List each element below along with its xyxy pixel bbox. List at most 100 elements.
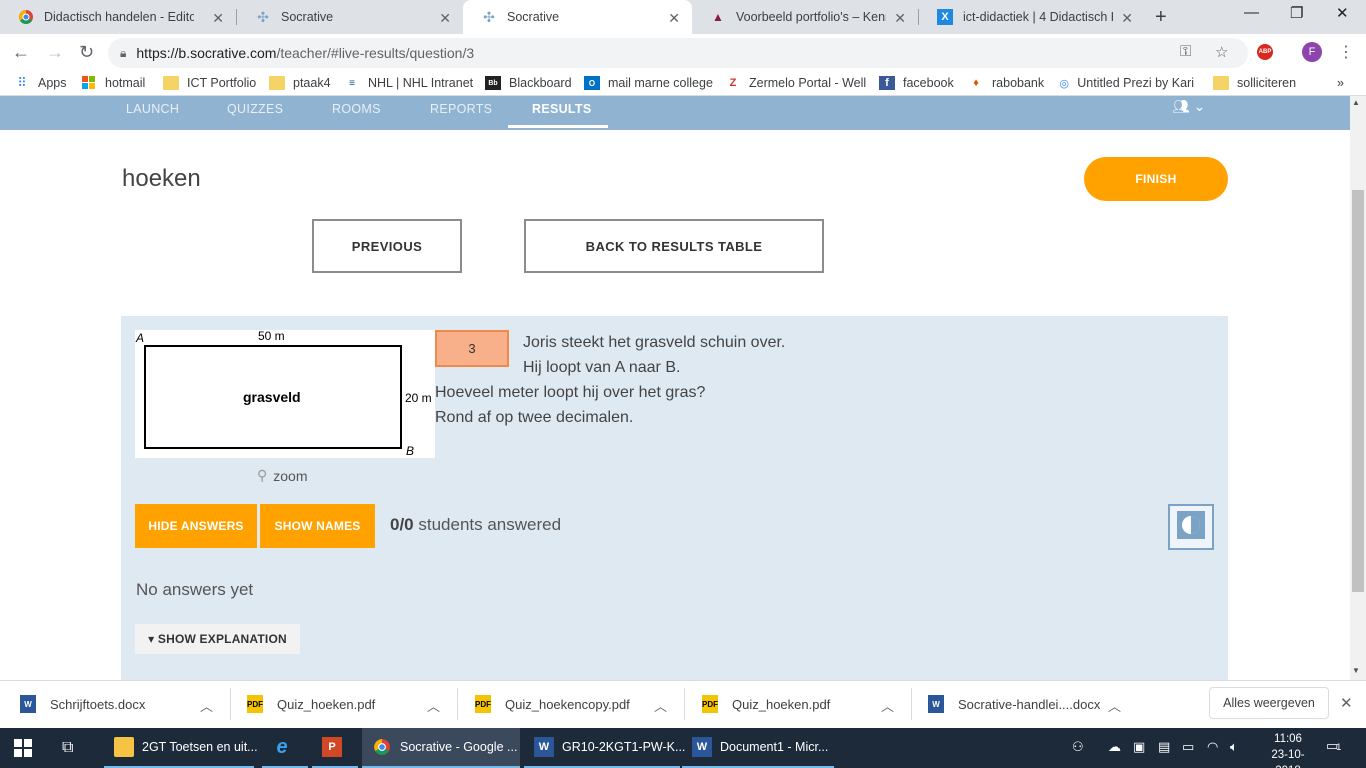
contrast-toggle-button[interactable] [1168,504,1214,550]
bookmark-rabobank[interactable]: ♦ rabobank [968,76,1044,90]
address-bar[interactable]: 🔒︎ https://b.socrative.com/teacher/#live… [108,38,1248,68]
bookmark-apps[interactable]: ⠿ Apps [14,75,66,90]
menu-dots-icon[interactable]: ⋮ [1338,42,1354,62]
bookmark-solliciteren[interactable]: solliciteren [1213,76,1296,90]
taskbar-app-powerpoint[interactable]: P [312,728,358,768]
show-explanation-button[interactable]: ▾ SHOW EXPLANATION [135,624,300,654]
nav-active-indicator [508,125,608,128]
notification-count: 1 [1336,742,1342,752]
forward-arrow-icon[interactable]: → [46,42,64,63]
nav-quizzes[interactable]: QUIZZES [227,102,283,116]
back-arrow-icon[interactable]: ← [12,42,30,63]
chevron-down-icon: ⌄ [1193,98,1206,114]
show-names-button[interactable]: SHOW NAMES [260,504,375,548]
tab-title: Socrative [281,10,334,24]
nav-results[interactable]: RESULTS [532,102,592,116]
bookmark-zermelo[interactable]: Z Zermelo Portal - Well [725,76,867,90]
folder-icon [163,76,179,90]
nhl-icon: ≡ [349,77,355,89]
question-figure[interactable]: A 50 m grasveld 20 m B [135,329,435,458]
powerpoint-icon: P [322,737,342,757]
chevron-up-icon[interactable]: ︿ [881,696,894,715]
nav-reports[interactable]: REPORTS [430,102,492,116]
scroll-up-icon[interactable]: ▲ [1352,98,1360,107]
close-icon[interactable]: ✕ [439,10,451,27]
bookmark-ptaak4[interactable]: ptaak4 [269,76,331,90]
bookmark-nhl-intranet[interactable]: ≡ NHL | NHL Intranet [344,76,473,90]
notification-icon[interactable]: ▭1 [1326,738,1341,754]
battery-icon[interactable]: ▭ [1182,739,1194,755]
reload-icon[interactable]: ↻ [79,42,94,63]
taskbar-app-explorer[interactable]: 2GT Toetsen en uit... [104,728,258,768]
download-item[interactable]: PDF Quiz_hoeken.pdf [702,680,830,728]
download-item[interactable]: W Schrijftoets.docx [20,680,145,728]
tray-app-icon[interactable]: ▣ [1133,739,1145,755]
bookmark-hotmail[interactable]: hotmail [81,76,145,90]
taskbar-app-ie[interactable]: e [262,728,308,768]
bookmarks-overflow-icon[interactable]: » [1337,76,1344,90]
taskbar-app-chrome[interactable]: Socrative - Google ... [362,728,520,768]
bookmark-mail-marne[interactable]: Omail marne college [584,76,713,90]
folder-icon [114,737,134,757]
nav-launch[interactable]: LAUNCH [126,102,179,116]
question-number-badge: 3 [435,330,509,367]
chevron-up-icon[interactable]: ︿ [1108,696,1121,715]
window-close-icon[interactable]: ✕ [1336,4,1349,22]
close-icon[interactable]: ✕ [668,10,680,27]
back-to-results-button[interactable]: BACK TO RESULTS TABLE [524,219,824,273]
taskbar-clock[interactable]: 11:06 23-10-2018 [1264,731,1312,768]
key-icon[interactable]: ⚿ [1180,43,1191,60]
close-icon[interactable]: ✕ [894,10,906,27]
previous-button[interactable]: PREVIOUS [312,219,462,273]
taskbar-app-word-1[interactable]: W GR10-2KGT1-PW-K... [524,728,685,768]
hide-answers-button[interactable]: HIDE ANSWERS [135,504,257,548]
bookmark-facebook[interactable]: f facebook [879,76,954,90]
profile-avatar[interactable]: F [1302,42,1322,62]
url-host: https://b.socrative.com [136,45,277,61]
chevron-up-icon[interactable]: ︿ [654,696,667,715]
browser-tab-ict-didactiek[interactable]: X ict-didactiek | 4 Didactisch Han ✕ [919,0,1145,34]
download-divider [457,688,458,720]
adblock-icon[interactable]: ABP [1257,44,1273,60]
minimize-icon[interactable]: — [1244,4,1259,21]
bookmark-ict-portfolio[interactable]: ICT Portfolio [163,76,256,90]
download-item[interactable]: PDF Quiz_hoekencopy.pdf [475,680,630,728]
wifi-icon[interactable]: ◠ [1207,739,1218,755]
user-menu[interactable]: 👥︎ ⌄ [1172,98,1205,115]
chevron-up-icon[interactable]: ︿ [200,696,213,715]
download-item[interactable]: PDF Quiz_hoeken.pdf [247,680,375,728]
figure-label-a: A [136,331,145,345]
scrollbar-thumb[interactable] [1352,190,1364,592]
volume-icon[interactable]: 🔈︎ [1230,739,1238,755]
browser-tab-voorbeeld[interactable]: ▲ Voorbeeld portfolio's – Kennisl ✕ [692,0,918,34]
browser-tab-socrative-active[interactable]: ✣ Socrative ✕ [463,0,692,34]
tray-app-icon[interactable]: ▤ [1158,739,1170,755]
nav-rooms[interactable]: ROOMS [332,102,381,116]
close-icon[interactable]: ✕ [1340,694,1353,712]
star-icon[interactable]: ☆ [1215,43,1228,61]
task-view-icon[interactable]: ⧉ [62,736,73,760]
scroll-down-icon[interactable]: ▼ [1352,666,1360,675]
prezi-icon: ◎ [1059,77,1069,90]
close-icon[interactable]: ✕ [1121,10,1133,27]
new-tab-button[interactable]: + [1155,6,1167,29]
browser-tab-socrative-1[interactable]: ✣ Socrative ✕ [237,0,463,34]
close-icon[interactable]: ✕ [212,10,224,27]
show-all-downloads-button[interactable]: Alles weergeven [1209,687,1329,719]
browser-tab-didactisch[interactable]: Didactisch handelen - Editor - ✕ [0,0,236,34]
zoom-button[interactable]: ⚲ zoom [257,467,308,484]
word-doc-icon: W [20,695,36,713]
people-icon[interactable]: ⚇ [1072,739,1084,755]
taskbar-app-word-2[interactable]: W Document1 - Micr... [682,728,834,768]
figure-height-label: 20 m [405,391,432,405]
outlook-icon: O [584,76,600,90]
restore-icon[interactable]: ❐ [1290,4,1303,22]
bookmark-blackboard[interactable]: Bb Blackboard [485,76,572,90]
download-item[interactable]: W Socrative-handlei....docx [928,680,1100,728]
bookmark-prezi[interactable]: ◎ Untitled Prezi by Kari [1059,76,1194,90]
onedrive-icon[interactable]: ☁ [1108,739,1121,755]
windows-start-icon[interactable] [14,736,32,760]
page-title: hoeken [122,165,201,192]
chevron-up-icon[interactable]: ︿ [427,696,440,715]
finish-button[interactable]: FINISH [1084,157,1228,201]
